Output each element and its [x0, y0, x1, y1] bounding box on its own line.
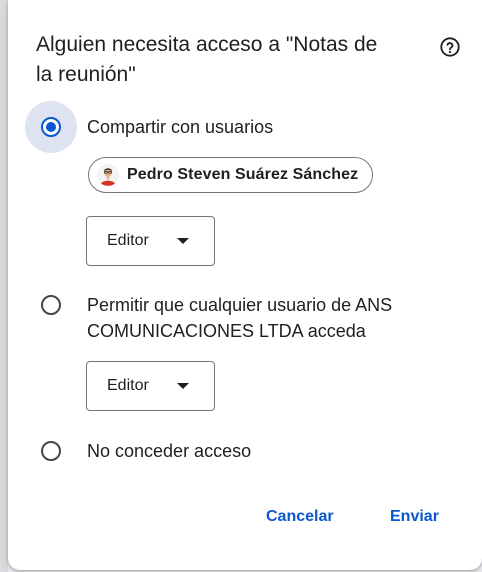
- radio-allow-organization[interactable]: [25, 279, 77, 331]
- radio-button-checked: [41, 117, 61, 137]
- help-circle-icon: [440, 37, 460, 57]
- cancel-button[interactable]: Cancelar: [266, 502, 334, 532]
- send-button[interactable]: Enviar: [390, 502, 439, 532]
- role-select-value: Editor: [107, 232, 149, 249]
- radio-button-unchecked: [41, 441, 61, 461]
- dropdown-arrow-icon: [177, 238, 189, 244]
- option-allow-organization-label[interactable]: Permitir que cualquier usuario de ANS CO…: [87, 292, 457, 344]
- radio-button-unchecked: [41, 295, 61, 315]
- role-select-allow-organization[interactable]: Editor: [86, 361, 215, 411]
- option-no-access-label[interactable]: No conceder acceso: [87, 438, 251, 464]
- dropdown-arrow-icon: [177, 383, 189, 389]
- role-select-share-with-users[interactable]: Editor: [86, 216, 215, 266]
- radio-no-access[interactable]: [25, 425, 77, 477]
- background-document-edge: [0, 0, 8, 572]
- option-share-with-users-label[interactable]: Compartir con usuarios: [87, 114, 273, 140]
- radio-dot: [46, 122, 56, 132]
- user-avatar-icon: [97, 164, 119, 186]
- radio-share-with-users[interactable]: [25, 101, 77, 153]
- role-select-value: Editor: [107, 377, 149, 394]
- dialog-title: Alguien necesita acceso a "Notas de la r…: [36, 33, 378, 86]
- user-chip[interactable]: Pedro Steven Suárez Sánchez: [88, 157, 374, 193]
- request-access-dialog: Alguien necesita acceso a "Notas de la r…: [8, 0, 482, 570]
- help-button[interactable]: [436, 33, 464, 61]
- user-chip-name: Pedro Steven Suárez Sánchez: [127, 166, 359, 183]
